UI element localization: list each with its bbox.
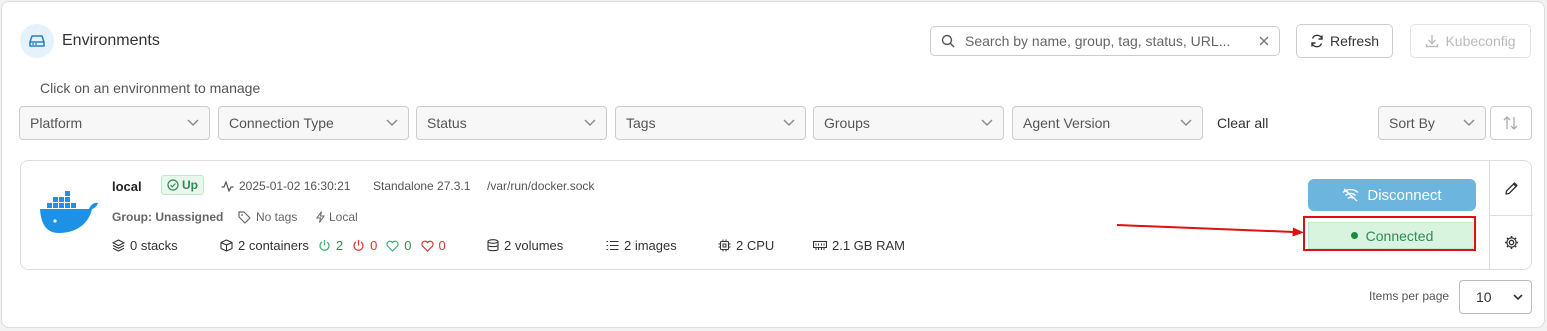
chevron-down-icon [1180,119,1192,126]
connection-type: Local [316,210,358,224]
items-per-page-value: 10 [1476,289,1492,305]
heart-unhealthy-icon [420,240,434,252]
memory-icon [813,240,827,250]
connection-label: Local [329,210,358,224]
disconnect-button[interactable]: Disconnect [1308,179,1476,211]
containers-label: 2 containers [238,238,309,253]
filter-label: Tags [626,115,656,131]
activity-icon [221,180,234,192]
containers-summary: 2 containers 2 0 0 0 [220,238,446,253]
sort-by-select[interactable]: Sort By [1378,106,1486,140]
unhealthy-count: 0 [438,238,446,253]
chevron-down-icon [386,119,398,126]
wifi-off-icon [1342,188,1359,202]
items-per-page-label: Items per page [1369,289,1450,303]
timestamp-label: 2025-01-02 16:30:21 [239,179,351,193]
stacks-count: 0 stacks [112,238,178,253]
tags-filter[interactable]: Tags [615,106,806,140]
heartbeat-timestamp: 2025-01-02 16:30:21 [221,179,350,193]
filter-label: Agent Version [1023,115,1111,131]
check-circle-icon [167,179,179,191]
power-off-icon [353,240,364,251]
cube-icon [220,239,233,252]
pencil-icon [1505,181,1518,195]
search-icon [941,34,955,48]
volumes-label: 2 volumes [504,238,564,253]
sort-arrows-icon [1503,116,1518,130]
filter-label: Platform [30,115,83,131]
gear-icon [1505,235,1518,249]
page-subtitle: Click on an environment to manage [40,80,261,96]
chevron-down-icon [981,119,993,126]
healthy-count: 0 [404,238,412,253]
docker-logo-icon [39,187,99,240]
refresh-button[interactable]: Refresh [1296,24,1393,58]
environment-type: Standalone 27.3.1 [373,179,471,193]
chevron-down-icon [584,119,596,126]
images-label: 2 images [624,238,677,253]
chevron-down-icon [187,119,199,126]
status-filter[interactable]: Status [416,106,607,140]
refresh-label: Refresh [1329,33,1380,49]
chevron-down-icon [1463,119,1475,126]
volumes-count: 2 volumes [487,238,563,253]
card-actions [1489,161,1534,269]
page-title: Environments [62,32,160,49]
ram-label: 2.1 GB RAM [832,238,905,253]
stacks-label: 0 stacks [130,238,178,253]
connection-type-filter[interactable]: Connection Type [218,106,409,140]
platform-filter[interactable]: Platform [19,106,210,140]
sort-by-label: Sort By [1389,115,1435,131]
images-count: 2 images [606,238,677,253]
annotation-highlight-box [1303,216,1476,251]
disconnect-label: Disconnect [1367,186,1442,204]
environments-panel: Environments Click on an environment to … [1,1,1545,328]
tag-icon [238,210,251,224]
items-per-page-select[interactable]: 10 [1459,280,1532,314]
environment-url: /var/run/docker.sock [487,179,595,193]
search-box[interactable] [930,26,1280,56]
groups-filter[interactable]: Groups [813,106,1004,140]
sort-order-button[interactable] [1490,106,1532,140]
environment-group: Group: Unassigned [112,210,224,224]
cpu-icon [718,239,731,252]
clear-search-icon[interactable] [1259,36,1269,46]
environment-card[interactable]: local Up 2025-01-02 16:30:21 Standalone … [20,160,1534,270]
search-input[interactable] [963,32,1259,50]
cpu-count: 2 CPU [718,238,774,253]
tags-label: No tags [256,210,298,224]
clear-all-button[interactable]: Clear all [1217,115,1268,131]
filter-label: Status [427,115,467,131]
refresh-icon [1311,34,1323,48]
filter-label: Groups [824,115,870,131]
bolt-icon [316,211,325,223]
chevron-down-icon [1513,293,1523,300]
stopped-count: 0 [370,238,378,253]
status-badge-label: Up [182,178,198,192]
environment-name: local [112,179,142,194]
download-icon [1426,35,1439,48]
environments-icon [20,24,54,58]
database-icon [487,239,499,252]
power-on-icon [319,240,330,251]
running-count: 2 [335,238,344,253]
ram-amount: 2.1 GB RAM [813,238,905,253]
chevron-down-icon [783,119,795,126]
list-icon [606,240,619,251]
filter-label: Connection Type [229,115,334,131]
kubeconfig-label: Kubeconfig [1445,33,1516,49]
heart-healthy-icon [386,240,399,252]
agent-version-filter[interactable]: Agent Version [1012,106,1203,140]
status-badge: Up [161,175,204,195]
stack-icon [112,239,125,252]
kubeconfig-button[interactable]: Kubeconfig [1410,24,1531,58]
environment-tags: No tags [238,210,297,224]
annotation-arrow-icon [1116,224,1304,237]
settings-button[interactable] [1490,215,1533,269]
cpu-label: 2 CPU [736,238,775,253]
edit-button[interactable] [1490,161,1533,216]
